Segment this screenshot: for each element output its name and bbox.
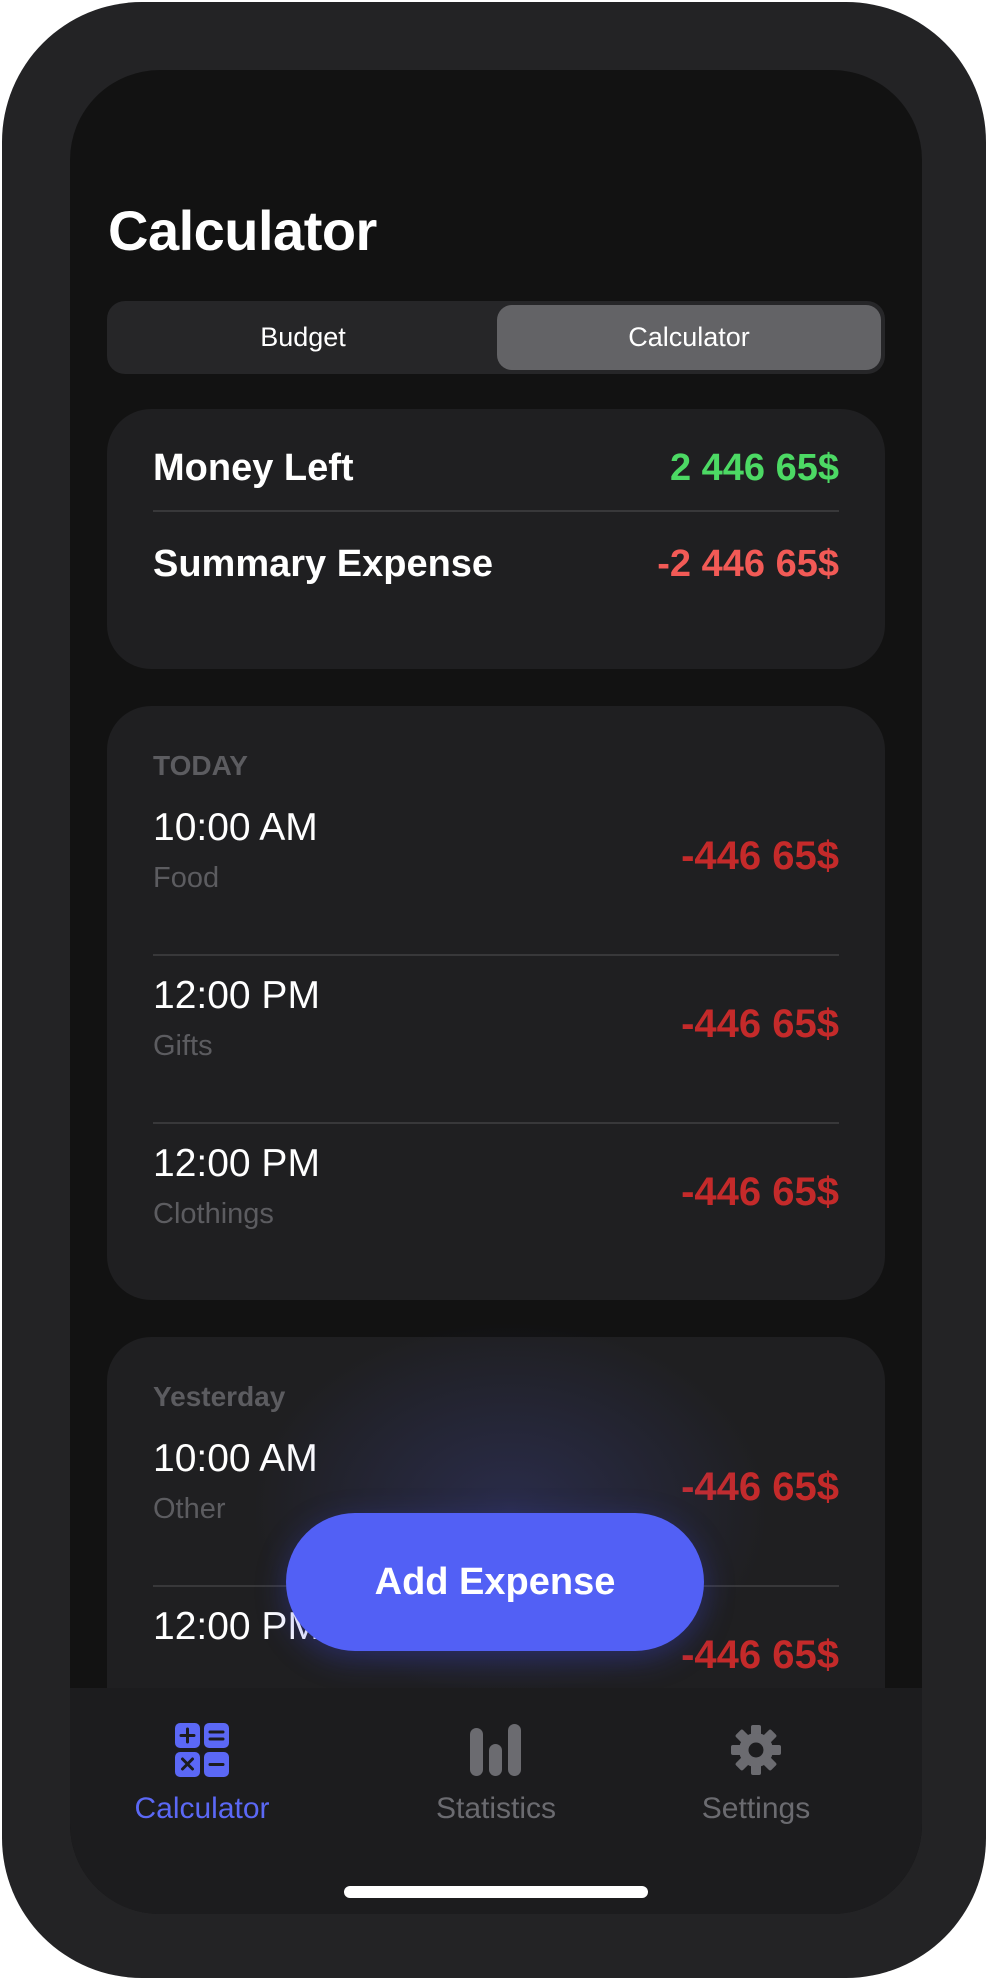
tab-label: Statistics — [435, 1792, 557, 1825]
transaction-category: Gifts — [153, 1030, 213, 1062]
transaction-amount: -446 65$ — [681, 1633, 839, 1677]
transaction-time: 10:00 AM — [153, 806, 318, 849]
transaction-row[interactable]: 12:00 PM Clothings -446 65$ — [153, 1142, 839, 1252]
segment-budget[interactable]: Budget — [111, 305, 495, 370]
money-left-label: Money Left — [153, 447, 354, 489]
tab-settings[interactable]: Settings — [656, 1722, 856, 1852]
transaction-time: 12:00 PM — [153, 974, 320, 1017]
section-header-today: TODAY — [153, 750, 248, 781]
tab-bar: Calculator Statistics Settings — [70, 1688, 922, 1914]
transaction-amount: -446 65$ — [681, 1465, 839, 1509]
divider — [153, 1122, 839, 1124]
today-card: TODAY 10:00 AM Food -446 65$ 12:00 PM Gi… — [107, 706, 885, 1300]
transaction-time: 12:00 PM — [153, 1142, 320, 1185]
tab-label: Calculator — [134, 1792, 270, 1825]
transaction-row[interactable]: 12:00 PM Gifts -446 65$ — [153, 974, 839, 1084]
transaction-row[interactable]: 10:00 AM Food -446 65$ — [153, 806, 839, 916]
summary-card: Money Left 2 446 65$ Summary Expense -2 … — [107, 409, 885, 669]
transaction-category: Food — [153, 862, 220, 894]
transaction-category: Other — [153, 1493, 226, 1525]
divider — [153, 510, 839, 512]
transaction-amount: -446 65$ — [681, 834, 839, 878]
segmented-control: Budget Calculator — [107, 301, 885, 374]
tab-label: Settings — [701, 1792, 811, 1825]
add-expense-button[interactable]: Add Expense — [286, 1513, 704, 1651]
money-left-row: Money Left 2 446 65$ — [153, 447, 839, 490]
tab-statistics[interactable]: Statistics — [396, 1722, 596, 1852]
tab-calculator[interactable]: Calculator — [102, 1722, 302, 1852]
gear-icon — [731, 1725, 781, 1775]
divider — [153, 954, 839, 956]
summary-expense-row: Summary Expense -2 446 65$ — [153, 543, 839, 586]
summary-expense-label: Summary Expense — [153, 543, 494, 585]
segment-calculator[interactable]: Calculator — [497, 305, 881, 370]
section-header-yesterday: Yesterday — [153, 1381, 286, 1412]
transaction-time: 10:00 AM — [153, 1437, 318, 1480]
transaction-amount: -446 65$ — [681, 1170, 839, 1214]
money-left-value: 2 446 65$ — [669, 447, 839, 489]
page-title: Calculator — [108, 199, 377, 262]
phone-frame: Calculator Budget Calculator Money Left … — [2, 2, 986, 1978]
home-indicator — [344, 1886, 648, 1898]
summary-expense-value: -2 446 65$ — [657, 543, 839, 585]
transaction-category: Clothings — [153, 1198, 274, 1230]
transaction-amount: -446 65$ — [681, 1002, 839, 1046]
app-screen: Calculator Budget Calculator Money Left … — [70, 70, 922, 1914]
bar-chart-icon — [470, 1724, 521, 1776]
calculator-icon — [175, 1723, 229, 1777]
